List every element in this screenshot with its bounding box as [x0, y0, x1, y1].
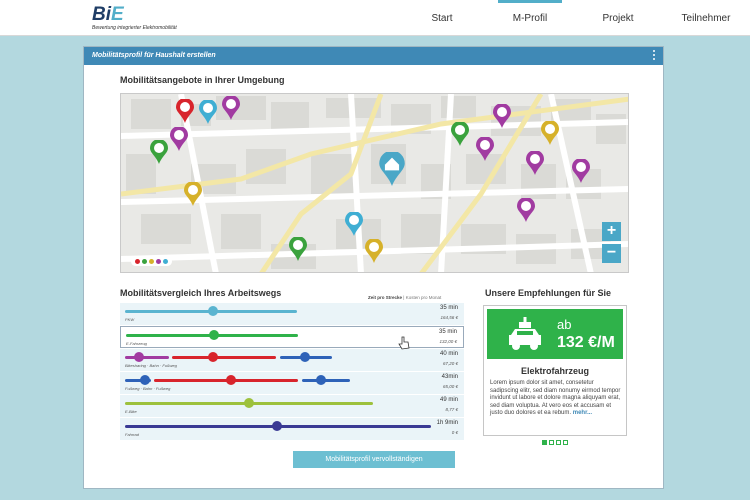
- comparison-title: Mobilitätsvergleich Ihres Arbeitswegs: [120, 288, 282, 298]
- card-header: Mobilitätsprofil für Haushalt erstellen: [84, 47, 663, 65]
- transit-stop-pin[interactable]: [541, 120, 559, 145]
- pager-dot[interactable]: [549, 440, 554, 445]
- transit-stop-pin[interactable]: [184, 181, 202, 206]
- main-nav: Start M-Profil Projekt Teilnehmer: [398, 0, 750, 36]
- row-time: 43min: [441, 374, 458, 380]
- comparison-rows: 35 min 164,56 € PKW 35 min 132,00 € E-Fa…: [120, 303, 464, 441]
- logo[interactable]: BiE Bewertung integrierter Elektromobili…: [92, 4, 177, 31]
- row-time: 49 min: [439, 397, 458, 403]
- row-label: Bikesharing · Bahn · Fußweg: [125, 363, 177, 368]
- route-segment: [302, 379, 350, 382]
- sort-by-time-link[interactable]: Zeit pro Strecke: [368, 295, 402, 300]
- charging-station-pin[interactable]: [289, 236, 307, 261]
- e-bike-icon: [244, 398, 254, 408]
- nav-teilnehmer[interactable]: Teilnehmer: [662, 0, 750, 36]
- bike-sharing-pin[interactable]: [476, 136, 494, 161]
- nav-projekt[interactable]: Projekt: [574, 0, 662, 36]
- row-label: Fahrrad: [125, 432, 140, 437]
- sort-options: Zeit pro Strecke | Kosten pro Monat: [368, 295, 441, 300]
- car-sharing-pin[interactable]: [345, 211, 363, 236]
- map-section-title: Mobilitätsangebote in Ihrer Umgebung: [120, 75, 285, 85]
- profile-card: Mobilitätsprofil für Haushalt erstellen …: [83, 46, 664, 489]
- more-link[interactable]: mehr...: [573, 410, 592, 416]
- row-cost: 65,00 €: [442, 384, 458, 389]
- comparison-row-e-bike[interactable]: 49 min 8,77 € E-Bike: [120, 395, 464, 417]
- description-text: Lorem ipsum dolor sit amet, consetetur s…: [490, 380, 621, 416]
- card-title: Mobilitätsprofil für Haushalt erstellen: [92, 52, 216, 59]
- map-legend[interactable]: [131, 257, 172, 266]
- mobility-map[interactable]: + −: [120, 93, 629, 273]
- comparison-row-e-fahrzeug[interactable]: 35 min 132,00 € E-Fahrzeug: [120, 326, 464, 348]
- row-time: 40 min: [439, 351, 458, 357]
- home-location-pin[interactable]: [379, 150, 405, 186]
- bike-sharing-pin[interactable]: [526, 150, 544, 175]
- bike-sharing-pin[interactable]: [572, 158, 590, 183]
- row-label: E-Bike: [125, 409, 137, 414]
- recommendation-card[interactable]: ab 132 €/M Elektrofahrzeug Lorem ipsum d…: [483, 305, 627, 436]
- comparison-row-bikesharing[interactable]: 40 min 67,20 € Bikesharing · Bahn · Fußw…: [120, 349, 464, 371]
- top-navigation-bar: BiE Bewertung integrierter Elektromobili…: [0, 0, 750, 36]
- car-icon: [208, 306, 218, 316]
- row-cost: 0 €: [451, 430, 458, 435]
- pager-dot[interactable]: [563, 440, 568, 445]
- row-cost: 8,77 €: [445, 407, 458, 412]
- walk-icon: [140, 375, 150, 385]
- walk-icon: [316, 375, 326, 385]
- row-time: 35 min: [439, 305, 458, 311]
- recommendation-description: Lorem ipsum dolor sit amet, consetetur s…: [490, 380, 622, 418]
- route-segment: [172, 356, 276, 359]
- row-time: 1h 9min: [436, 420, 458, 426]
- price-prefix: ab: [557, 317, 572, 332]
- recommendation-pager: [542, 440, 568, 445]
- comparison-row-pkw[interactable]: 35 min 164,56 € PKW: [120, 303, 464, 325]
- row-label: PKW: [125, 317, 135, 322]
- sort-by-cost-link[interactable]: Kosten pro Monat: [406, 295, 442, 300]
- bike-sharing-pin[interactable]: [517, 197, 535, 222]
- logo-accent: E: [111, 4, 124, 25]
- walk-icon: [300, 352, 310, 362]
- logo-main: Bi: [92, 4, 111, 25]
- row-label: E-Fahrzeug: [126, 341, 147, 346]
- electric-car-icon: [209, 330, 219, 340]
- logo-mark: BiE: [92, 4, 177, 25]
- bike-sharing-pin[interactable]: [222, 95, 240, 120]
- transit-stop-pin[interactable]: [365, 238, 383, 263]
- recommendation-title: Unsere Empfehlungen für Sie: [485, 288, 612, 298]
- complete-profile-button[interactable]: Mobilitätsprofil vervollständigen: [293, 451, 455, 468]
- price-value: 132 €/M: [557, 334, 615, 351]
- row-cost: 67,20 €: [442, 361, 458, 366]
- row-cost: 132,00 €: [439, 339, 457, 344]
- charging-station-pin[interactable]: [150, 139, 168, 164]
- bike-icon: [134, 352, 144, 362]
- train-icon: [208, 352, 218, 362]
- row-cost: 164,56 €: [440, 315, 458, 320]
- hand-cursor-icon: [398, 336, 410, 350]
- car-sharing-pin[interactable]: [199, 99, 217, 124]
- recommendation-price-panel: ab 132 €/M: [487, 309, 623, 359]
- charging-station-pin[interactable]: [451, 121, 469, 146]
- nav-start[interactable]: Start: [398, 0, 486, 36]
- train-icon: [226, 375, 236, 385]
- pager-dot[interactable]: [556, 440, 561, 445]
- recommendation-name: Elektrofahrzeug: [520, 366, 589, 376]
- nav-m-profil[interactable]: M-Profil: [486, 0, 574, 36]
- row-label: Fußweg · Bahn · Fußweg: [125, 386, 171, 391]
- logo-subtitle: Bewertung integrierter Elektromobilität: [92, 25, 177, 31]
- comparison-row-fussweg[interactable]: 43min 65,00 € Fußweg · Bahn · Fußweg: [120, 372, 464, 394]
- car-sharing-pin[interactable]: [176, 98, 194, 123]
- zoom-out-button[interactable]: −: [602, 244, 621, 263]
- bike-sharing-pin[interactable]: [493, 103, 511, 128]
- row-time: 35 min: [438, 329, 457, 335]
- route-segment: [125, 356, 169, 359]
- electric-car-plug-icon: [509, 317, 541, 350]
- sort-separator: |: [403, 295, 405, 300]
- zoom-in-button[interactable]: +: [602, 222, 621, 241]
- bike-sharing-pin[interactable]: [170, 126, 188, 151]
- comparison-row-fahrrad[interactable]: 1h 9min 0 € Fahrrad: [120, 418, 464, 440]
- more-menu-icon[interactable]: [653, 50, 656, 62]
- pager-dot[interactable]: [542, 440, 547, 445]
- bicycle-icon: [272, 421, 282, 431]
